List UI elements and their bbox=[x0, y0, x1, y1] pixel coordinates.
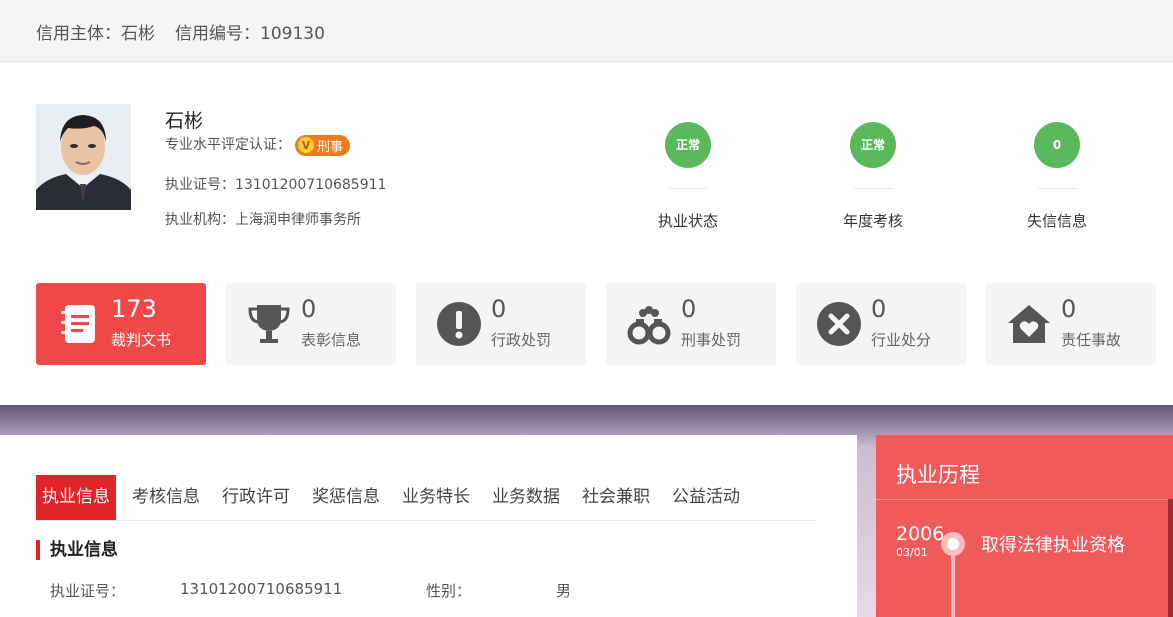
status-divider bbox=[854, 188, 892, 189]
verified-icon: V bbox=[298, 137, 314, 153]
criminal-cert-badge: V 刑事 bbox=[295, 134, 351, 156]
panel-scroll-edge bbox=[1168, 499, 1173, 617]
credit-subject-label: 信用主体： bbox=[36, 24, 121, 44]
gender-value: 男 bbox=[556, 582, 572, 600]
credit-subject-value: 石彬 bbox=[121, 24, 155, 44]
judgment-documents-label: 裁判文书 bbox=[111, 331, 172, 349]
handcuffs-icon bbox=[627, 306, 671, 345]
career-title: 执业历程 bbox=[896, 463, 980, 487]
cert-badge-text: 刑事 bbox=[317, 139, 344, 155]
industry-sanction-label: 行业处分 bbox=[871, 331, 932, 349]
tab-administrative-permit[interactable]: 行政许可 bbox=[216, 475, 296, 520]
credit-code-label: 信用编号： bbox=[175, 24, 260, 44]
timeline-node-center bbox=[947, 538, 959, 550]
administrative-penalty-card[interactable]: 0 行政处罚 bbox=[416, 283, 586, 365]
criminal-penalty-card[interactable]: 0 刑事处罚 bbox=[606, 283, 776, 365]
tab-social-positions[interactable]: 社会兼职 bbox=[576, 475, 656, 520]
credit-header-bar: 信用主体：石彬 信用编号：109130 bbox=[0, 0, 1173, 62]
exclamation-icon bbox=[437, 302, 481, 346]
liability-accident-count: 0 bbox=[1061, 295, 1077, 323]
annual-review-label: 年度考核 bbox=[842, 212, 903, 230]
career-timeline-panel: 执业历程 2006 03/01 取得法律执业资格 bbox=[876, 435, 1173, 617]
section-license-label: 执业证号： bbox=[50, 582, 126, 600]
status-divider bbox=[669, 188, 707, 189]
practice-status[interactable]: 正常 执业状态 bbox=[628, 122, 748, 231]
dishonesty-info-label: 失信信息 bbox=[1026, 212, 1087, 230]
career-divider bbox=[876, 499, 1173, 500]
practice-status-label: 执业状态 bbox=[657, 212, 718, 230]
career-event: 取得法律执业资格 bbox=[981, 535, 1125, 556]
commendation-card[interactable]: 0 表彰信息 bbox=[226, 283, 396, 365]
credit-code-value: 109130 bbox=[260, 24, 325, 44]
tab-assessment-info[interactable]: 考核信息 bbox=[126, 475, 206, 520]
x-circle-icon bbox=[817, 302, 861, 346]
license-value: 13101200710685911 bbox=[235, 177, 387, 193]
gender-label: 性别： bbox=[426, 582, 472, 600]
portrait-image bbox=[36, 104, 131, 210]
tab-business-data[interactable]: 业务数据 bbox=[486, 475, 566, 520]
license-label: 执业证号： bbox=[165, 177, 235, 193]
organization-label: 执业机构： bbox=[165, 212, 235, 228]
administrative-penalty-count: 0 bbox=[491, 295, 507, 323]
commendation-label: 表彰信息 bbox=[301, 331, 362, 349]
certification-row: 专业水平评定认证： V 刑事 bbox=[165, 134, 351, 156]
career-date: 03/01 bbox=[896, 546, 928, 559]
organization-value: 上海润申律师事务所 bbox=[235, 212, 361, 228]
annual-review-status[interactable]: 正常 年度考核 bbox=[813, 122, 933, 231]
organization-row: 执业机构：上海润申律师事务所 bbox=[165, 209, 361, 229]
credit-breadcrumb: 信用主体：石彬 信用编号：109130 bbox=[36, 19, 325, 44]
document-icon bbox=[61, 305, 95, 343]
status-divider bbox=[1038, 188, 1076, 189]
house-heart-icon bbox=[1008, 305, 1050, 343]
section-license-value: 13101200710685911 bbox=[180, 580, 343, 598]
judgment-documents-count: 173 bbox=[111, 295, 157, 323]
timeline-line bbox=[951, 556, 955, 617]
career-year: 2006 bbox=[896, 523, 945, 545]
license-row: 执业证号：13101200710685911 bbox=[165, 174, 386, 194]
annual-review-indicator: 正常 bbox=[850, 122, 896, 168]
certification-label: 专业水平评定认证： bbox=[165, 137, 291, 153]
criminal-penalty-label: 刑事处罚 bbox=[681, 331, 742, 349]
dishonesty-info-indicator: 0 bbox=[1034, 122, 1080, 168]
tab-public-welfare[interactable]: 公益活动 bbox=[666, 475, 746, 520]
criminal-penalty-count: 0 bbox=[681, 295, 697, 323]
tab-rewards-penalties[interactable]: 奖惩信息 bbox=[306, 475, 386, 520]
judgment-documents-card[interactable]: 173 裁判文书 bbox=[36, 283, 206, 365]
tab-business-specialty[interactable]: 业务特长 bbox=[396, 475, 476, 520]
tab-practice-info[interactable]: 执业信息 bbox=[36, 475, 116, 520]
industry-sanction-card[interactable]: 0 行业处分 bbox=[796, 283, 966, 365]
liability-accident-card[interactable]: 0 责任事故 bbox=[986, 283, 1156, 365]
info-tabs: 执业信息 考核信息 行政许可 奖惩信息 业务特长 业务数据 社会兼职 公益活动 bbox=[36, 475, 816, 521]
liability-accident-label: 责任事故 bbox=[1061, 331, 1122, 349]
section-title: 执业信息 bbox=[36, 540, 118, 560]
trophy-icon bbox=[248, 305, 290, 343]
industry-sanction-count: 0 bbox=[871, 295, 887, 323]
lawyer-name: 石彬 bbox=[165, 110, 204, 132]
dishonesty-info-status[interactable]: 0 失信信息 bbox=[997, 122, 1117, 231]
commendation-count: 0 bbox=[301, 295, 317, 323]
administrative-penalty-label: 行政处罚 bbox=[491, 331, 552, 349]
lawyer-avatar bbox=[36, 104, 131, 210]
practice-status-indicator: 正常 bbox=[665, 122, 711, 168]
